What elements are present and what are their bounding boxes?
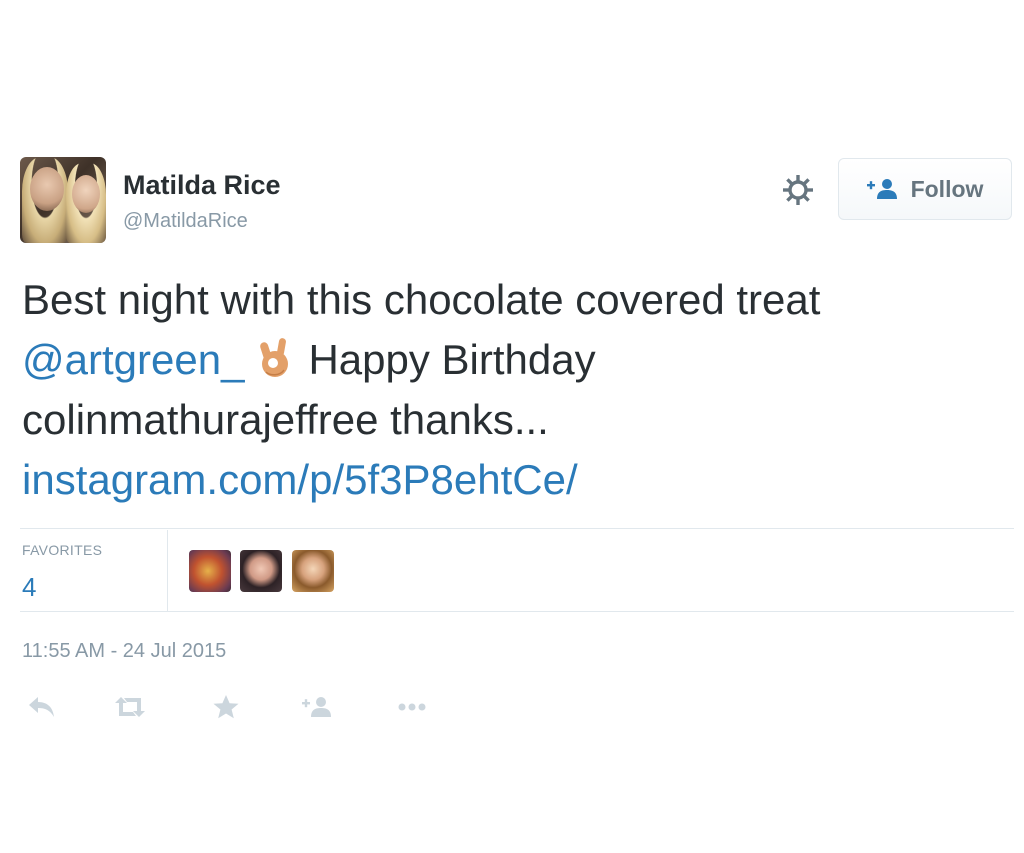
tweet-card: Matilda Rice @MatildaRice Follow Best ni… bbox=[0, 0, 1024, 853]
divider-top bbox=[20, 528, 1014, 529]
favoriter-avatar-3[interactable] bbox=[292, 550, 334, 592]
tweet-stats: FAVORITES 4 bbox=[20, 530, 1014, 611]
tweet-text-happy-birthday: Happy Birthday bbox=[308, 336, 596, 383]
favorites-label: FAVORITES bbox=[22, 542, 103, 558]
reply-icon[interactable] bbox=[22, 690, 62, 724]
retweet-icon[interactable] bbox=[110, 690, 150, 724]
favoriter-avatar-1[interactable] bbox=[189, 550, 231, 592]
tweet-text-line-2: @artgreen_ Happy Birthday bbox=[22, 330, 1012, 390]
divider-bottom bbox=[20, 611, 1014, 612]
add-user-icon bbox=[866, 178, 901, 200]
tweet-text-line-1: Best night with this chocolate covered t… bbox=[22, 276, 821, 323]
favorite-icon[interactable] bbox=[206, 690, 246, 724]
gear-icon[interactable] bbox=[780, 172, 816, 208]
tweet-text-line-3: colinmathurajeffree thanks... bbox=[22, 396, 549, 443]
more-icon[interactable] bbox=[392, 690, 432, 724]
user-avatar[interactable] bbox=[20, 157, 106, 243]
tweet-timestamp[interactable]: 11:55 AM - 24 Jul 2015 bbox=[22, 640, 226, 663]
instagram-link[interactable]: instagram.com/p/5f3P8ehtCe/ bbox=[22, 450, 1012, 510]
follow-icon[interactable] bbox=[298, 690, 338, 724]
ok-hand-emoji-icon bbox=[254, 336, 296, 380]
favoriter-avatar-2[interactable] bbox=[240, 550, 282, 592]
tweet-text: Best night with this chocolate covered t… bbox=[22, 270, 1012, 510]
follow-button-label: Follow bbox=[910, 175, 984, 202]
favorites-count[interactable]: 4 bbox=[22, 572, 36, 603]
user-name[interactable]: Matilda Rice bbox=[123, 170, 281, 201]
stats-divider bbox=[167, 530, 168, 611]
mention-link[interactable]: @artgreen_ bbox=[22, 336, 244, 383]
user-handle[interactable]: @MatildaRice bbox=[123, 210, 248, 233]
follow-button[interactable]: Follow bbox=[838, 158, 1012, 220]
